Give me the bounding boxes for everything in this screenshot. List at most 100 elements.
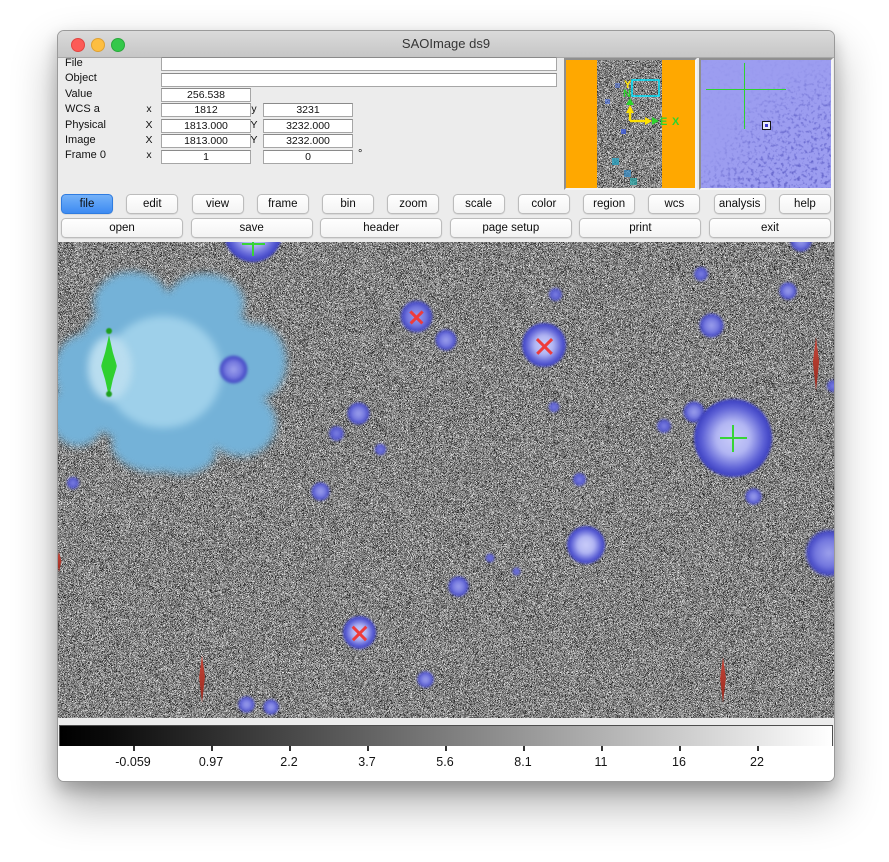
star-blob — [66, 476, 80, 490]
menu-button-zoom[interactable]: zoom — [387, 194, 439, 214]
compass-x-label: X — [672, 116, 680, 128]
galaxy-core-dot-top — [106, 328, 112, 334]
menu-button-page-setup[interactable]: page setup — [450, 218, 572, 238]
green-cross-marker — [242, 242, 265, 256]
menu-button-color[interactable]: color — [518, 194, 570, 214]
coord-label-wcs-a-1: x — [143, 103, 155, 116]
info-label-physical: Physical — [65, 119, 106, 132]
menu-button-view[interactable]: view — [192, 194, 244, 214]
menu-sub-bar: open save header page setup print exit — [61, 218, 831, 238]
entry-frame-0-x[interactable]: 1 — [161, 150, 251, 164]
menu-button-header[interactable]: header — [320, 218, 442, 238]
menu-button-print[interactable]: print — [579, 218, 701, 238]
menu-button-wcs[interactable]: wcs — [648, 194, 700, 214]
magnifier-cursor-pixel — [762, 121, 771, 130]
colorbar-tick — [445, 746, 447, 751]
compass-north-label: N — [623, 88, 631, 100]
colorbar-tick — [523, 746, 525, 751]
star-blob — [311, 482, 330, 501]
magnifier-panel[interactable] — [699, 58, 833, 190]
star-blob — [374, 443, 387, 456]
menu-button-file[interactable]: file — [61, 194, 113, 214]
menu-button-frame[interactable]: frame — [257, 194, 309, 214]
star-blob — [548, 287, 563, 302]
colorbar-tick-label: 16 — [672, 755, 686, 769]
star-blob — [435, 329, 457, 351]
entry-physical-y[interactable]: 3232.000 — [263, 119, 353, 133]
star-blob — [328, 425, 345, 442]
menu-button-edit[interactable]: edit — [126, 194, 178, 214]
magnifier-crosshair-vertical — [744, 63, 746, 129]
colorbar-tick-label: 22 — [750, 755, 764, 769]
menu-button-help[interactable]: help — [779, 194, 831, 214]
red-x-marker — [534, 335, 555, 356]
desktop: SAOImage ds9 FileObjectValue256.538WCS a… — [0, 0, 889, 862]
colorbar[interactable] — [59, 725, 833, 747]
colorbar-tick — [367, 746, 369, 751]
info-label-value: Value — [65, 88, 92, 101]
info-label-image: Image — [65, 134, 96, 147]
colorbar-tick-label: 8.1 — [514, 755, 531, 769]
colorbar-tick — [679, 746, 681, 751]
menu-bar: file edit view frame binzoom scale color region… — [61, 194, 831, 214]
entry-physical-x[interactable]: 1813.000 — [161, 119, 251, 133]
panner-viewport-rect[interactable] — [632, 80, 659, 96]
colorbar-tick — [133, 746, 135, 751]
menu-button-region[interactable]: region — [583, 194, 635, 214]
colorbar-tick — [211, 746, 213, 751]
entry-image-y[interactable]: 3232.000 — [263, 134, 353, 148]
colorbar-tick-label: 3.7 — [358, 755, 375, 769]
colorbar-tick-label: 11 — [595, 755, 608, 769]
menu-button-bin[interactable]: bin — [322, 194, 374, 214]
compass-east-arrow — [652, 117, 659, 125]
star-blob — [448, 576, 469, 597]
star-blob — [826, 379, 834, 393]
image-canvas[interactable] — [58, 242, 834, 718]
star-blob — [485, 553, 495, 563]
compass-east-label: E — [660, 116, 667, 128]
entry-object[interactable] — [161, 73, 557, 87]
menu-button-analysis[interactable]: analysis — [714, 194, 766, 214]
colorbar-tick-label: 2.2 — [280, 755, 297, 769]
star-blob — [745, 488, 762, 505]
star-blob — [263, 699, 279, 715]
coord-label-wcs-a-2: y — [248, 103, 260, 116]
menu-button-open[interactable]: open — [61, 218, 183, 238]
colorbar-tick — [289, 746, 291, 751]
magnifier-crosshair-horizontal — [706, 89, 786, 91]
star-blob — [548, 401, 560, 413]
entry-file[interactable] — [161, 57, 557, 71]
panner-panel[interactable]: Y N E X — [564, 58, 697, 190]
menu-button-scale[interactable]: scale — [453, 194, 505, 214]
star-blob — [567, 526, 605, 564]
entry-image-x[interactable]: 1813.000 — [161, 134, 251, 148]
entry-wcs-a-x[interactable]: 1812 — [161, 103, 251, 117]
compass-y-arrow — [626, 105, 634, 113]
colorbar-tick — [757, 746, 759, 751]
window-title: SAOImage ds9 — [58, 36, 834, 51]
info-label-file: File — [65, 57, 83, 70]
green-cross-marker — [720, 425, 747, 452]
info-label-wcs-a: WCS a — [65, 103, 100, 116]
titlebar[interactable]: SAOImage ds9 — [58, 31, 834, 58]
entry-value[interactable]: 256.538 — [161, 88, 251, 102]
star-blob — [572, 472, 587, 487]
star-blob — [512, 567, 521, 576]
star-blob — [699, 313, 724, 338]
entry-wcs-a-y[interactable]: 3231 — [263, 103, 353, 117]
coord-label-image-2: Y — [248, 134, 260, 147]
angle-unit-label: ° — [358, 149, 362, 162]
menu-button-exit[interactable]: exit — [709, 218, 831, 238]
red-x-marker — [408, 308, 425, 325]
star-blob — [347, 402, 370, 425]
compass-x-arrow — [645, 117, 652, 125]
red-x-marker — [350, 623, 369, 642]
coord-label-image-1: X — [143, 134, 155, 147]
star-blob — [417, 671, 434, 688]
menu-button-save[interactable]: save — [191, 218, 313, 238]
star-blob — [238, 696, 255, 713]
coord-label-frame-0-1: x — [143, 149, 155, 162]
colorbar-tick-label: 0.97 — [199, 755, 223, 769]
colorbar-tick — [601, 746, 603, 751]
entry-frame-0-y[interactable]: 0 — [263, 150, 353, 164]
